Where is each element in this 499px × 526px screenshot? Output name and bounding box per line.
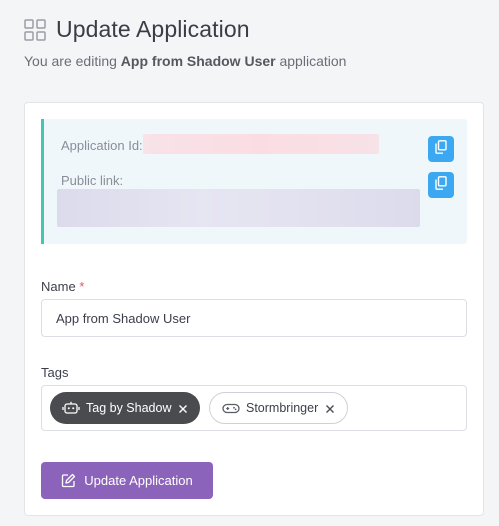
application-id-value-redacted	[143, 134, 379, 154]
tag-chip-label: Stormbringer	[246, 401, 319, 415]
tags-field-label: Tags	[41, 365, 69, 380]
gamepad-icon	[222, 401, 240, 415]
page-title: Update Application	[56, 16, 250, 42]
robot-icon	[62, 401, 80, 415]
title-row: Update Application	[24, 16, 484, 43]
update-application-button[interactable]: Update Application	[41, 462, 213, 499]
tags-input[interactable]: Tag by Shadow Stormbringer	[41, 385, 467, 431]
close-icon[interactable]	[325, 403, 335, 413]
page-subtitle: You are editing App from Shadow User app…	[24, 53, 484, 69]
tag-chip-label: Tag by Shadow	[86, 401, 172, 415]
application-info-box: Application Id: Public link:	[41, 119, 467, 244]
close-icon[interactable]	[178, 403, 188, 413]
public-link-label: Public link:	[61, 173, 124, 188]
copy-public-link-button[interactable]	[428, 172, 454, 198]
page-header: Update Application You are editing App f…	[24, 16, 484, 69]
copy-icon	[435, 139, 447, 159]
copy-application-id-button[interactable]	[428, 136, 454, 162]
edit-icon	[61, 473, 76, 488]
tag-chip-stormbringer[interactable]: Stormbringer	[209, 392, 348, 424]
update-application-label: Update Application	[84, 473, 193, 488]
application-id-label: Application Id:	[61, 138, 143, 153]
grid-icon	[24, 18, 46, 41]
subtitle-prefix: You are editing	[24, 53, 121, 69]
subtitle-suffix: application	[275, 53, 347, 69]
subtitle-app-name: App from Shadow User	[120, 53, 276, 69]
required-marker: *	[79, 279, 85, 294]
tag-chip-tag-by-shadow[interactable]: Tag by Shadow	[50, 392, 200, 424]
name-input[interactable]	[41, 299, 467, 337]
name-label-text: Name	[41, 279, 76, 294]
public-link-value-redacted	[57, 189, 420, 227]
name-field-label: Name *	[41, 279, 84, 294]
copy-icon	[435, 175, 447, 195]
form-card: Application Id: Public link: Name * Tags	[24, 102, 484, 516]
